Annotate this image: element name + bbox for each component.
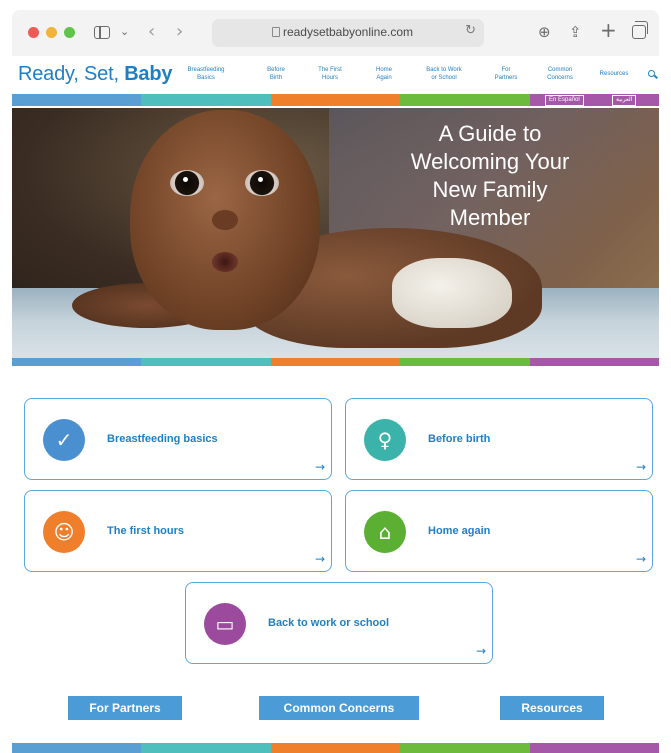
- card-label: The first hours: [107, 525, 185, 537]
- forward-arrow-icon[interactable]: ›: [176, 21, 183, 43]
- card-breastfeeding-basics[interactable]: ✓ Breastfeeding basics →: [24, 398, 332, 480]
- zoom-window-button[interactable]: [64, 27, 75, 38]
- nav-first-hours[interactable]: The First Hours: [304, 66, 356, 82]
- site-header: Ready, Set, Baby Breastfeeding Basics Bef…: [12, 58, 659, 92]
- parent-baby-icon: ☺: [43, 511, 85, 553]
- check-badge-icon: ✓: [43, 419, 85, 461]
- tab-overview-icon[interactable]: [632, 21, 648, 39]
- color-stripe-hero: [12, 358, 660, 366]
- common-concerns-button[interactable]: Common Concerns: [259, 696, 419, 720]
- arrow-right-icon: →: [635, 460, 646, 474]
- nav-common-concerns[interactable]: Common Concerns: [534, 66, 586, 82]
- arrow-right-icon: →: [635, 552, 646, 566]
- search-icon[interactable]: [648, 70, 655, 77]
- nav-resources[interactable]: Resources: [588, 70, 640, 78]
- arrow-right-icon: →: [314, 552, 325, 566]
- card-first-hours[interactable]: ☺ The first hours →: [24, 490, 332, 572]
- arrow-right-icon: →: [475, 644, 486, 658]
- baby-face: [130, 110, 320, 330]
- url-text: readysetbabyonline.com: [282, 25, 414, 39]
- color-stripe-footer: [12, 743, 660, 753]
- card-label: Home again: [428, 525, 491, 537]
- house-heart-icon: ⌂: [364, 511, 406, 553]
- share-icon[interactable]: ⇪: [569, 21, 582, 43]
- reload-icon[interactable]: ↻: [465, 23, 476, 38]
- card-label: Breastfeeding basics: [107, 433, 218, 445]
- new-tab-icon[interactable]: +: [600, 19, 617, 41]
- card-label: Before birth: [428, 433, 491, 445]
- chevron-down-icon[interactable]: ⌄: [120, 21, 129, 43]
- nav-for-partners[interactable]: For Partners: [480, 66, 532, 82]
- nav-home-again[interactable]: Home Again: [358, 66, 410, 82]
- laptop-icon: ▭: [204, 603, 246, 645]
- baby-eye-right: [245, 170, 279, 196]
- card-home-again[interactable]: ⌂ Home again →: [345, 490, 653, 572]
- hero-banner: A Guide to Welcoming Your New Family Mem…: [12, 108, 659, 358]
- browser-toolbar: ⌄ ‹ › readysetbabyonline.com ↻ ⊕ ⇪ +: [12, 10, 659, 56]
- spanish-language-button[interactable]: En Español: [545, 95, 584, 106]
- address-bar[interactable]: readysetbabyonline.com ↻: [212, 19, 484, 47]
- baby-mouth: [212, 252, 238, 272]
- hero-title: A Guide to Welcoming Your New Family Mem…: [410, 121, 570, 230]
- card-label: Back to work or school: [268, 617, 390, 629]
- nav-before-birth[interactable]: Before Birth: [250, 66, 302, 82]
- for-partners-button[interactable]: For Partners: [68, 696, 182, 720]
- card-before-birth[interactable]: ♀ Before birth →: [345, 398, 653, 480]
- pregnant-icon: ♀: [364, 419, 406, 461]
- sidebar-toggle-icon[interactable]: [94, 26, 110, 39]
- baby-nose: [212, 210, 238, 230]
- nav-breastfeeding-basics[interactable]: Breastfeeding Basics: [180, 66, 232, 82]
- download-icon[interactable]: ⊕: [538, 21, 551, 43]
- card-back-to-work[interactable]: ▭ Back to work or school →: [185, 582, 493, 664]
- close-window-button[interactable]: [28, 27, 39, 38]
- resources-button[interactable]: Resources: [500, 696, 604, 720]
- baby-diaper: [392, 258, 512, 328]
- nav-back-to-work[interactable]: Back to Work or School: [418, 66, 470, 82]
- back-arrow-icon[interactable]: ‹: [148, 21, 155, 43]
- minimize-window-button[interactable]: [46, 27, 57, 38]
- arabic-language-button[interactable]: العربية: [612, 95, 637, 106]
- site-logo[interactable]: Ready, Set, Baby: [18, 63, 172, 86]
- baby-eye-left: [170, 170, 204, 196]
- arrow-right-icon: →: [314, 460, 325, 474]
